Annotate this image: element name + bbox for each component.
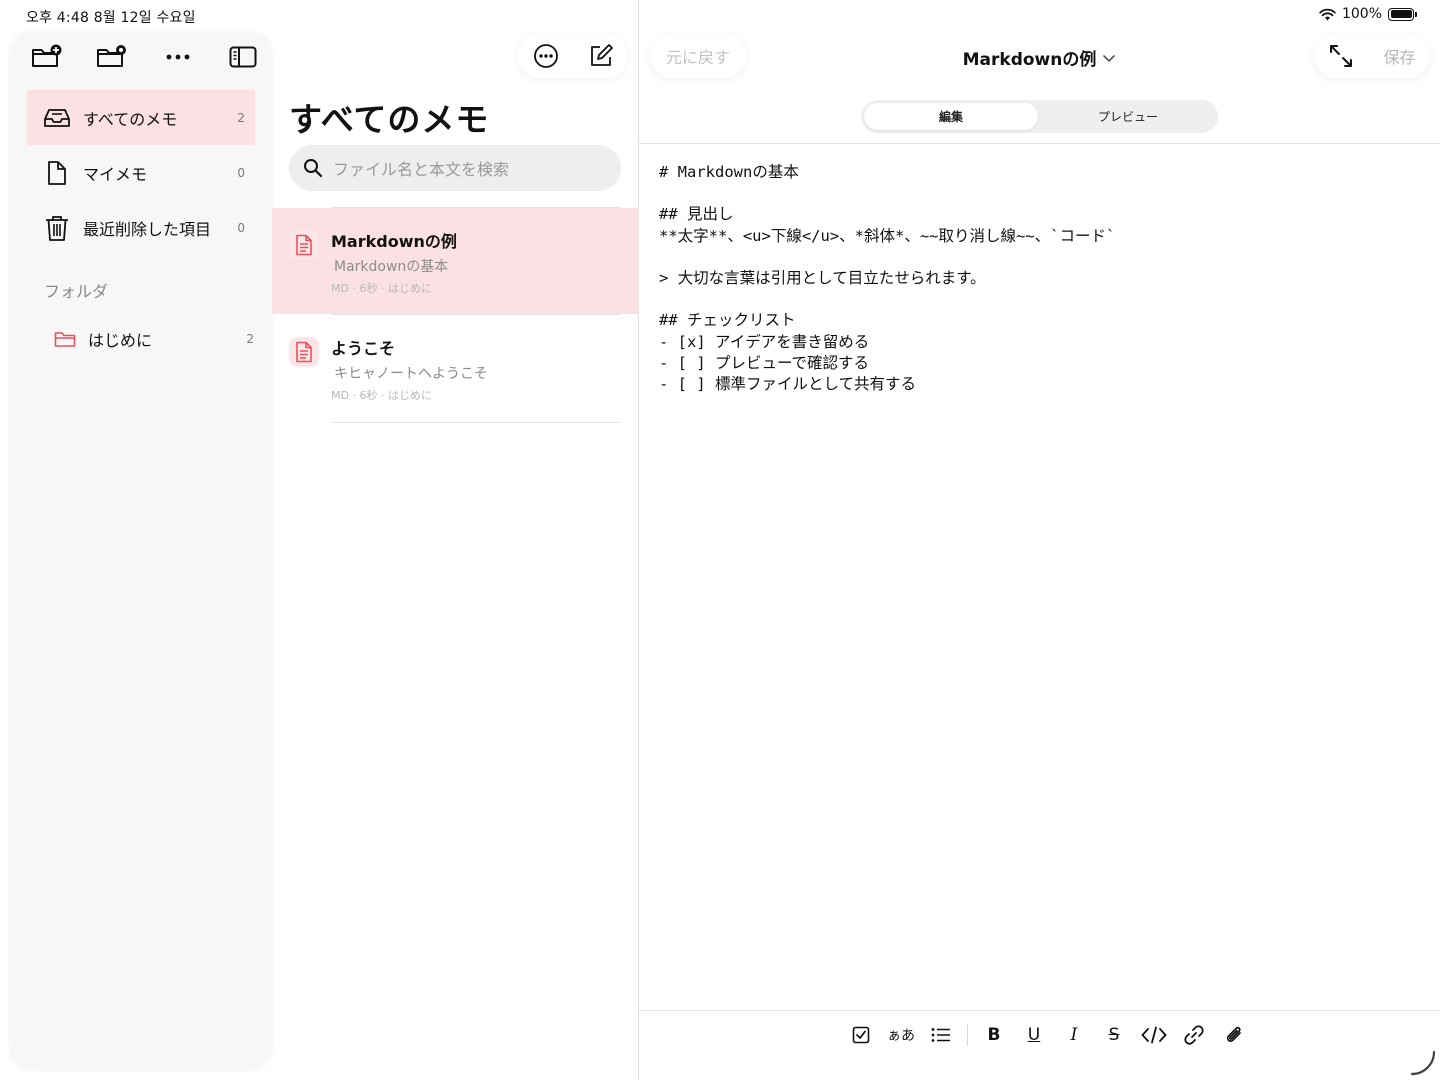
- ellipsis-circle-icon: [533, 44, 558, 68]
- code-button[interactable]: [1134, 1018, 1174, 1052]
- list-toolbar: [518, 34, 628, 78]
- text-style-button[interactable]: ぁあ: [881, 1018, 921, 1052]
- status-time-date: 오후 4:48 8월 12일 수요일: [26, 10, 196, 26]
- editor-actions: 保存: [1314, 34, 1430, 78]
- expand-button[interactable]: [1328, 43, 1354, 69]
- sidebar: すべてのメモ 2 マイメモ 0 最近削除した項目 0 フォルダ はじめに 2: [10, 32, 272, 1070]
- editor-line: ## チェックリスト: [659, 311, 796, 330]
- folder-count: 2: [246, 332, 254, 346]
- note-title: Markdownの例: [331, 232, 457, 251]
- notes-list-pane: すべてのメモ ファイル名と本文を検索 Markdownの例 Markdownの基…: [272, 0, 638, 1080]
- bold-button[interactable]: B: [974, 1018, 1014, 1052]
- sidebar-item-recently-deleted[interactable]: 最近削除した項目 0: [27, 200, 255, 255]
- more-options-button[interactable]: [533, 43, 559, 69]
- editor-line: - [ ] プレビューで確認する: [659, 353, 870, 372]
- list-button[interactable]: [921, 1018, 961, 1052]
- trash-icon: [43, 214, 71, 242]
- checkbox-icon: [852, 1026, 870, 1044]
- expand-icon: [1330, 45, 1353, 67]
- save-button[interactable]: 保存: [1383, 44, 1415, 68]
- search-placeholder: ファイル名と本文を検索: [333, 160, 510, 179]
- editor-line: **太字**、<u>下線</u>、*斜体*、~~取り消し線~~、`コード`: [659, 226, 1116, 245]
- editor-line: > 大切な言葉は引用として目立たせられます。: [659, 268, 986, 287]
- search-input[interactable]: ファイル名と本文を検索: [289, 145, 621, 191]
- list-icon: [931, 1028, 950, 1042]
- folders-section-header: フォルダ: [44, 282, 109, 301]
- note-item-markdown[interactable]: Markdownの例 Markdownの基本 MD · 6秒 · はじめに: [272, 208, 638, 314]
- editor-line: # Markdownの基本: [659, 163, 799, 181]
- compose-button[interactable]: [588, 43, 614, 69]
- document-title: Markdownの例: [962, 50, 1097, 70]
- list-divider: [331, 422, 621, 423]
- sidebar-item-label: 最近削除した項目: [83, 219, 212, 239]
- sidebar-toolbar: [30, 42, 260, 72]
- folder-settings-button[interactable]: [95, 42, 129, 72]
- paperclip-icon: [1226, 1026, 1241, 1042]
- note-item-welcome[interactable]: ようこそ キヒャノートへようこそ MD · 6秒 · はじめに: [272, 315, 638, 421]
- link-button[interactable]: [1174, 1018, 1214, 1052]
- sidebar-item-label: すべてのメモ: [83, 109, 178, 129]
- checkbox-button[interactable]: [841, 1018, 881, 1052]
- page-title: すべてのメモ: [289, 100, 490, 139]
- editor-line: - [ ] 標準ファイルとして共有する: [659, 374, 917, 393]
- toolbar-separator: [967, 1024, 968, 1046]
- sidebar-item-all-notes[interactable]: すべてのメモ 2: [27, 90, 255, 145]
- link-icon: [1184, 1025, 1204, 1045]
- toolbar-divider: [639, 1010, 1440, 1011]
- tray-icon: [43, 107, 71, 129]
- sidebar-folder-hajimeni[interactable]: はじめに 2: [54, 322, 254, 356]
- sidebar-toggle-button[interactable]: [226, 42, 260, 72]
- code-icon: [1141, 1026, 1167, 1044]
- attachment-button[interactable]: [1214, 1018, 1254, 1052]
- more-button[interactable]: [161, 42, 195, 72]
- editor-line: ## 見出し: [659, 205, 734, 224]
- sidebar-item-count: 0: [237, 220, 245, 235]
- tab-preview[interactable]: プレビュー: [1041, 103, 1215, 130]
- sidebar-item-label: マイメモ: [83, 164, 148, 184]
- folder-settings-icon: [96, 44, 128, 70]
- mode-segmented-control: 編集 プレビュー: [861, 100, 1218, 133]
- sidebar-toggle-icon: [229, 46, 257, 68]
- strikethrough-button[interactable]: S: [1094, 1018, 1134, 1052]
- chevron-down-icon: [1102, 53, 1116, 63]
- italic-button[interactable]: I: [1054, 1018, 1094, 1052]
- underline-button[interactable]: U: [1014, 1018, 1054, 1052]
- new-folder-icon: [31, 44, 63, 70]
- header-divider: [639, 143, 1440, 144]
- note-preview: キヒャノートへようこそ: [334, 366, 488, 382]
- document-icon: [43, 160, 71, 186]
- note-meta: MD · 6秒 · はじめに: [331, 282, 432, 295]
- sidebar-item-count: 2: [237, 110, 245, 125]
- editor-line: - [x] アイデアを書き留める: [659, 332, 870, 351]
- markdown-editor-text[interactable]: # Markdownの基本 ## 見出し **太字**、<u>下線</u>、*斜…: [659, 162, 1115, 395]
- note-meta: MD · 6秒 · はじめに: [331, 389, 432, 402]
- search-icon: [303, 158, 323, 178]
- folder-label: はじめに: [88, 331, 153, 350]
- note-preview: Markdownの基本: [334, 259, 449, 275]
- note-title: ようこそ: [331, 339, 396, 358]
- sidebar-item-my-notes[interactable]: マイメモ 0: [27, 145, 255, 200]
- format-toolbar: ぁあ B U I S: [841, 1018, 1254, 1052]
- more-icon: [166, 54, 190, 60]
- tab-edit[interactable]: 編集: [864, 103, 1038, 130]
- compose-icon: [590, 44, 613, 66]
- markdown-file-icon: [289, 337, 319, 367]
- new-folder-button[interactable]: [30, 42, 64, 72]
- sidebar-item-count: 0: [237, 165, 245, 180]
- folder-icon: [54, 330, 76, 348]
- markdown-file-icon: [289, 230, 319, 260]
- editor-pane: 元に戻す Markdownの例 保存 編集 プレビュー # Markdownの基…: [639, 0, 1440, 1080]
- resize-handle-icon[interactable]: [1410, 1050, 1436, 1076]
